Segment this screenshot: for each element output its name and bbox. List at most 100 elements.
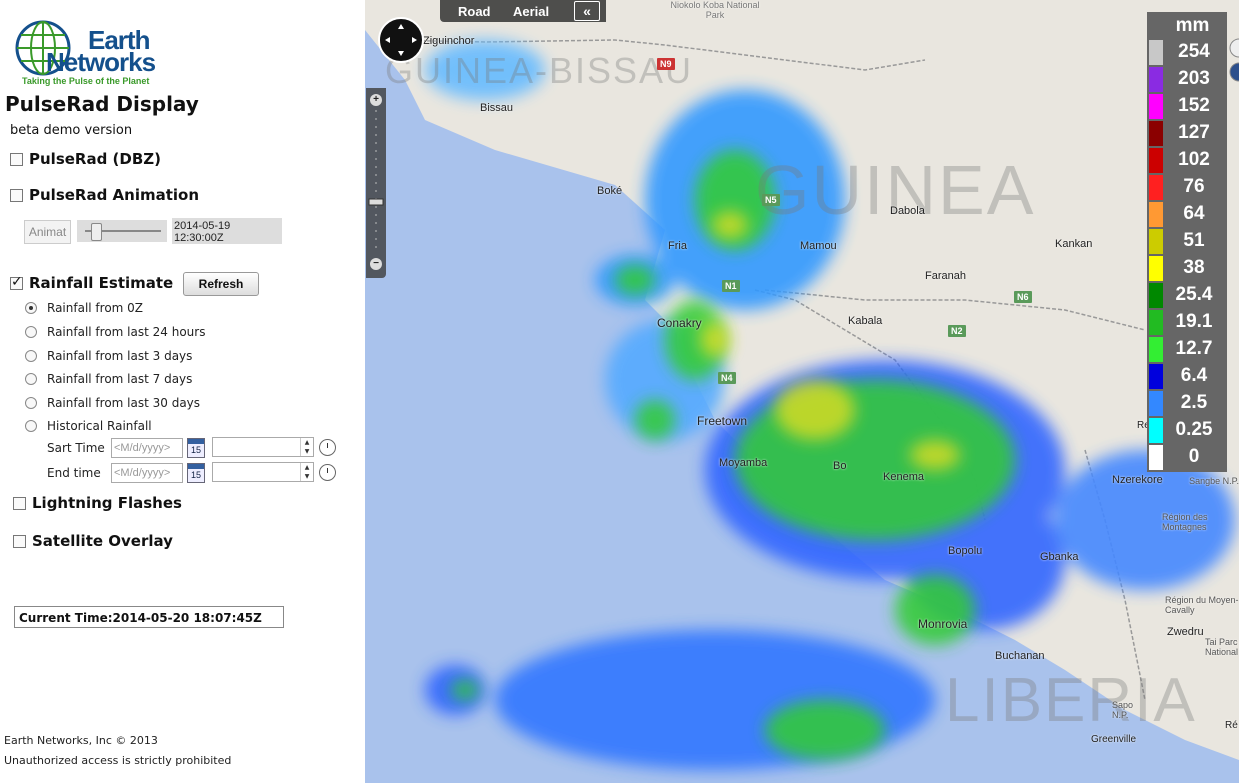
road-view-button[interactable]: Road	[458, 4, 491, 19]
legend-swatch	[1149, 283, 1163, 308]
spinner-icon[interactable]: ▲ ▼	[300, 463, 313, 481]
collapse-toolbar-button[interactable]: «	[574, 1, 600, 21]
current-time-display: Current Time:2014-05-20 18:07:45Z	[14, 606, 284, 628]
legend-entry: 2.5	[1147, 390, 1227, 417]
legend-entry: 38	[1147, 255, 1227, 282]
map-view[interactable]: GUINEA-BISSAU GUINEA LIBERIA Ziguinchor …	[365, 0, 1239, 783]
start-date-input[interactable]: <M/d/yyyy>	[111, 438, 183, 458]
legend-value: 254	[1178, 41, 1210, 62]
end-clock-icon[interactable]	[319, 464, 336, 481]
zoom-in-icon[interactable]: +	[370, 94, 382, 106]
pulserad-animation-label: PulseRad Animation	[29, 186, 200, 204]
park-label: Niokolo Koba National Park	[670, 0, 760, 20]
park-label: Sapo N.P.	[1112, 700, 1134, 720]
radio-rainfall-24h[interactable]: Rainfall from last 24 hours	[25, 325, 205, 339]
region-label: Région du Moyen-Cavally	[1165, 595, 1239, 615]
legend-value: 0.25	[1175, 419, 1213, 440]
radio-button[interactable]	[25, 420, 37, 432]
end-date-input[interactable]: <M/d/yyyy>	[111, 463, 183, 483]
footer-notice: Unauthorized access is strictly prohibit…	[4, 754, 232, 767]
city-label: Ziguinchor	[423, 35, 475, 47]
radio-button[interactable]	[25, 302, 37, 314]
city-label: Nzerekore	[1112, 474, 1163, 486]
legend-value: 127	[1178, 122, 1210, 143]
city-label: Gbanka	[1040, 551, 1079, 563]
animation-time-display: 2014-05-19 12:30:00Z	[172, 218, 282, 244]
end-time-input[interactable]: ▲ ▼	[212, 462, 314, 482]
city-label: Bopolu	[948, 545, 983, 557]
zoom-out-icon[interactable]: −	[370, 258, 382, 270]
rainfall-estimate-checkbox[interactable]	[10, 274, 23, 290]
road-shield: N4	[718, 372, 736, 384]
radio-button[interactable]	[25, 326, 37, 338]
pulserad-animation-option[interactable]: PulseRad Animation	[10, 186, 199, 204]
aerial-view-button[interactable]: Aerial	[513, 4, 549, 19]
legend-value: 19.1	[1175, 311, 1213, 332]
pulserad-dbz-option[interactable]: PulseRad (DBZ)	[10, 150, 161, 168]
map-side-buttons[interactable]	[1229, 38, 1239, 84]
zoom-slider-bar[interactable]	[366, 88, 386, 278]
pulserad-dbz-checkbox[interactable]	[10, 152, 23, 166]
legend-swatch	[1149, 175, 1163, 200]
lightning-option[interactable]: Lightning Flashes	[13, 494, 182, 512]
city-label-capital: Freetown	[697, 414, 748, 428]
earth-networks-logo: Earth Networks Taking the Pulse of the P…	[10, 16, 185, 86]
start-clock-icon[interactable]	[319, 439, 336, 456]
legend-swatch	[1149, 148, 1163, 173]
refresh-button[interactable]: Refresh	[183, 272, 259, 296]
city-label: Fria	[668, 240, 687, 252]
radio-historical-rainfall[interactable]: Historical Rainfall	[25, 419, 152, 433]
legend-swatch	[1149, 445, 1163, 470]
city-label: Mamou	[800, 240, 837, 252]
legend-swatch	[1149, 256, 1163, 281]
city-label: Bissau	[480, 102, 514, 114]
satellite-option[interactable]: Satellite Overlay	[13, 532, 173, 550]
radio-rainfall-7d[interactable]: Rainfall from last 7 days	[25, 372, 192, 386]
slider-thumb[interactable]	[91, 223, 102, 241]
city-label: Kenema	[883, 471, 924, 483]
radio-label: Rainfall from last 7 days	[47, 372, 193, 386]
country-guinea: GUINEA	[755, 151, 1036, 229]
legend-value: 152	[1178, 95, 1210, 116]
city-label: Buchanan	[995, 650, 1045, 662]
city-label: Boké	[597, 185, 623, 197]
rainfall-estimate-label: Rainfall Estimate	[29, 274, 174, 292]
radio-button[interactable]	[25, 373, 37, 385]
animate-button[interactable]: Animat	[24, 220, 71, 244]
legend-entry: 127	[1147, 120, 1227, 147]
start-calendar-icon[interactable]: 15	[187, 438, 205, 458]
legend-swatch	[1149, 391, 1163, 416]
pulserad-animation-checkbox[interactable]	[10, 188, 23, 202]
radio-rainfall-0z[interactable]: Rainfall from 0Z	[25, 301, 143, 315]
legend-swatch	[1149, 121, 1163, 146]
legend-unit: mm	[1175, 15, 1210, 36]
start-time-input[interactable]: ▲ ▼	[212, 437, 314, 457]
city-label: Faranah	[925, 270, 966, 282]
city-label-capital: Monrovia	[918, 617, 968, 631]
pan-navigation-control[interactable]	[378, 17, 424, 63]
radio-label: Rainfall from 0Z	[47, 301, 144, 315]
country-guinea-bissau: GUINEA-BISSAU	[385, 50, 694, 91]
radio-rainfall-3d[interactable]: Rainfall from last 3 days	[25, 349, 192, 363]
radio-button[interactable]	[25, 397, 37, 409]
road-shield: N9	[657, 58, 675, 70]
legend-entry: 6.4	[1147, 363, 1227, 390]
lightning-checkbox[interactable]	[13, 496, 26, 510]
legend-entry: 76	[1147, 174, 1227, 201]
road-shield: N1	[722, 280, 740, 292]
legend-entry: 0.25	[1147, 417, 1227, 444]
radio-label: Historical Rainfall	[47, 419, 152, 433]
radio-rainfall-30d[interactable]: Rainfall from last 30 days	[25, 396, 200, 410]
animation-slider[interactable]	[77, 220, 167, 242]
road-shield: N5	[762, 194, 780, 206]
city-label: Bo	[833, 460, 847, 472]
legend-entry: 203	[1147, 66, 1227, 93]
end-calendar-icon[interactable]: 15	[187, 463, 205, 483]
legend-swatch	[1149, 364, 1163, 389]
rainfall-estimate-option[interactable]: Rainfall Estimate	[10, 274, 173, 292]
radio-button[interactable]	[25, 350, 37, 362]
spinner-icon[interactable]: ▲ ▼	[300, 438, 313, 456]
legend-value: 0	[1188, 446, 1200, 467]
satellite-checkbox[interactable]	[13, 534, 26, 548]
region-label: Région des Montagnes	[1162, 512, 1208, 532]
